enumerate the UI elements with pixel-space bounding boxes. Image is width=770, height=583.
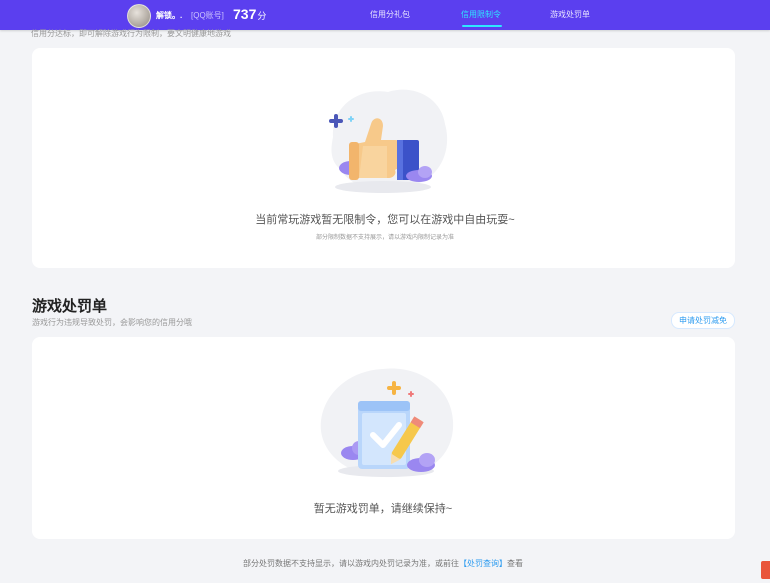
footer-note: 部分处罚数据不支持显示，请以游戏内处罚记录为准，或前往【处罚查询】查看 [0,558,766,569]
restriction-empty-subtitle: 部分限制数据不支持展示，请以游戏内限制记录为准 [315,235,454,241]
footer-text: 部分处罚数据不支持显示，请以游戏内处罚记录为准，或前往 [243,559,459,568]
penalty-empty-title: 暂无游戏罚单，请继续保持~ [313,503,453,515]
restriction-description: 信用分达标，即可解除游戏行为限制，要文明健康地游戏 [31,29,231,38]
appeal-penalty-button[interactable]: 申请处罚减免 [671,312,735,329]
active-tab-indicator [462,25,502,27]
restriction-empty-title: 当前常玩游戏暂无限制令，您可以在游戏中自由玩耍~ [255,214,515,226]
avatar[interactable] [127,4,151,28]
footer-text-end: 查看 [507,559,523,568]
tab-credit-gift[interactable]: 信用分礼包 [370,9,410,20]
qq-account-label: [QQ账号] [191,11,224,20]
tab-game-penalty[interactable]: 游戏处罚单 [550,9,590,20]
clipboard-pencil-illustration-icon [320,368,454,478]
floating-corner-icon[interactable] [761,561,770,579]
penalty-section-title: 游戏处罚单 [32,298,108,315]
top-nav-bar: 解锁。. [QQ账号] 737分 信用分礼包 信用限制令 游戏处罚单 [0,0,770,30]
tab-credit-restriction[interactable]: 信用限制令 [461,9,501,20]
credit-score-value: 737 [233,6,257,22]
credit-score: 737分 [233,6,266,24]
penalty-section-description: 游戏行为违规导致处罚，会影响您的信用分哦 [32,318,192,327]
penalty-query-link[interactable]: 【处罚查询】 [459,559,507,568]
credit-score-unit: 分 [257,11,267,21]
user-name: 解锁。. [156,11,183,20]
thumbs-up-illustration-icon [329,89,448,193]
